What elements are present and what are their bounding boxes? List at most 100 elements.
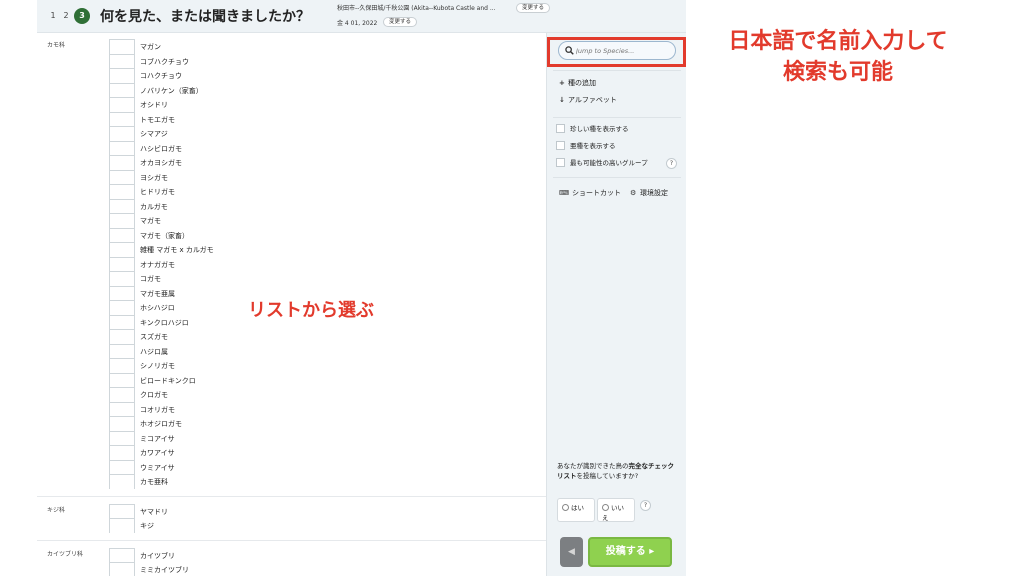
species-count-input[interactable]: [109, 445, 135, 460]
species-name: オカヨシガモ: [140, 159, 182, 167]
species-name: キジ: [140, 522, 154, 530]
search-highlight-box: [547, 37, 686, 67]
show-rare-checkbox[interactable]: [556, 124, 565, 133]
settings-label: 環境設定: [640, 189, 668, 197]
species-count-input[interactable]: [109, 68, 135, 83]
settings-link[interactable]: ⚙ 環境設定: [630, 188, 668, 198]
species-count-input[interactable]: [109, 401, 135, 417]
species-count-input[interactable]: [109, 562, 135, 576]
species-count-input[interactable]: [109, 416, 135, 431]
alphabet-label: アルファベット: [568, 96, 617, 104]
complete-no-option[interactable]: いいえ: [597, 498, 635, 522]
species-name: コオリガモ: [140, 405, 175, 414]
arrow-down-icon: ↓: [559, 96, 565, 104]
species-name: シマアジ: [140, 130, 168, 138]
back-button[interactable]: ◀: [560, 537, 583, 567]
likely-group-checkbox[interactable]: [556, 158, 565, 167]
shortcuts-link[interactable]: ⌨ ショートカット: [559, 188, 621, 198]
species-count-input[interactable]: [109, 155, 135, 170]
date-text: 金 4 01, 2022: [337, 20, 378, 27]
no-radio[interactable]: [602, 504, 609, 511]
species-count-input[interactable]: [109, 111, 135, 127]
species-name: シノリガモ: [140, 362, 175, 370]
species-count-input[interactable]: [109, 242, 135, 257]
prompt-text-start: あなたが識別できた鳥の: [557, 462, 629, 470]
likely-group-option[interactable]: 最も可能性の高いグループ: [556, 157, 648, 167]
yes-radio[interactable]: [562, 504, 569, 511]
species-count-input[interactable]: [109, 140, 135, 156]
species-count-input[interactable]: [109, 329, 135, 344]
change-location-button[interactable]: 変更する: [516, 3, 551, 13]
species-name: コハクチョウ: [140, 72, 182, 80]
species-count-input[interactable]: [109, 126, 135, 141]
species-count-input[interactable]: [109, 285, 135, 301]
plus-icon: +: [559, 79, 565, 87]
species-count-input[interactable]: [109, 314, 135, 330]
species-count-input[interactable]: [109, 198, 135, 214]
species-count-input[interactable]: [109, 184, 135, 199]
species-count-input[interactable]: [109, 39, 135, 54]
species-name: ヨシガモ: [140, 173, 168, 182]
species-name: ウミアイサ: [140, 463, 175, 472]
species-count-input[interactable]: [109, 213, 135, 228]
species-count-input[interactable]: [109, 169, 135, 185]
species-count-input[interactable]: [109, 227, 135, 243]
species-count-input[interactable]: [109, 387, 135, 402]
species-count-input[interactable]: [109, 372, 135, 388]
species-name: カイツブリ: [140, 551, 175, 560]
likely-group-help-icon[interactable]: ?: [666, 158, 677, 169]
family-group: カモ科 マガン コブハクチョウ コハクチョウ ノバリケン（家畜） オシドリ トモエガモ シマア…: [37, 33, 546, 497]
yes-label: はい: [571, 504, 584, 512]
add-species-link[interactable]: + 種の追加: [559, 78, 596, 88]
species-count-input[interactable]: [109, 300, 135, 315]
show-rare-label: 珍しい種を表示する: [570, 125, 629, 133]
app-header: 1 2 3 何を見た、または聞きましたか？ 秋田市--久保田城/千秋公園 (Ak…: [37, 0, 686, 33]
species-name: マガン: [140, 43, 161, 51]
change-date-button[interactable]: 変更する: [383, 17, 418, 27]
species-name: キンクロハジロ: [140, 318, 189, 327]
species-name: マガモ: [140, 217, 161, 225]
divider: [553, 177, 681, 178]
submit-button[interactable]: 投稿する ▸: [588, 537, 672, 567]
species-name: ホオジロガモ: [140, 420, 182, 428]
step-2[interactable]: 2: [58, 8, 74, 24]
species-count-input[interactable]: [109, 430, 135, 446]
species-name: オシドリ: [140, 101, 168, 109]
show-rare-option[interactable]: 珍しい種を表示する: [556, 123, 629, 133]
alphabet-sort-link[interactable]: ↓ アルファベット: [559, 95, 617, 105]
species-count-input[interactable]: [109, 256, 135, 272]
species-count-input[interactable]: [109, 97, 135, 112]
show-subspecies-checkbox[interactable]: [556, 141, 565, 150]
species-name: ノバリケン（家畜）: [140, 86, 203, 95]
species-count-input[interactable]: [109, 82, 135, 98]
species-name: マガモ亜属: [140, 289, 175, 298]
family-group: カイツブリ科カイツブリミミカイツブリアカエリカイツブリ: [37, 542, 546, 576]
species-count-input[interactable]: [109, 271, 135, 286]
keyboard-icon: ⌨: [559, 189, 570, 197]
species-name: ミコアイサ: [140, 434, 175, 443]
search-annotation-line-2: 検索も可能: [782, 60, 893, 85]
species-count-input[interactable]: [109, 547, 135, 563]
species-count-input[interactable]: [109, 474, 135, 489]
species-name: クロガモ: [140, 391, 168, 399]
species-count-input[interactable]: [109, 503, 135, 519]
family-label: カイツブリ科: [47, 550, 84, 558]
show-subspecies-option[interactable]: 亜種を表示する: [556, 140, 616, 150]
species-count-input[interactable]: [109, 518, 135, 533]
complete-help-icon[interactable]: ?: [640, 500, 651, 511]
species-count-input[interactable]: [109, 358, 135, 373]
sidebar: +種の追加 ↓アルファベット 珍しい種を表示する 亜種を表示する 最も可能性の高…: [546, 33, 686, 576]
location-text: 秋田市--久保田城/千秋公園 (Akita--Kubota Castle and…: [337, 5, 496, 12]
add-species-label: 種の追加: [568, 79, 596, 87]
complete-yes-option[interactable]: はい: [557, 498, 595, 522]
gear-icon: ⚙: [630, 189, 637, 197]
family-label: カモ科: [47, 42, 66, 49]
species-count-input[interactable]: [109, 343, 135, 359]
step-3-active: 3: [74, 8, 90, 24]
page-title: 何を見た、または聞きましたか？: [100, 9, 310, 25]
species-count-input[interactable]: [109, 459, 135, 475]
species-name: オナガガモ: [140, 260, 175, 269]
species-count-input[interactable]: [109, 53, 135, 69]
divider: [553, 70, 681, 71]
search-annotation: 日本語で名前入力して 検索も可能: [703, 26, 973, 88]
